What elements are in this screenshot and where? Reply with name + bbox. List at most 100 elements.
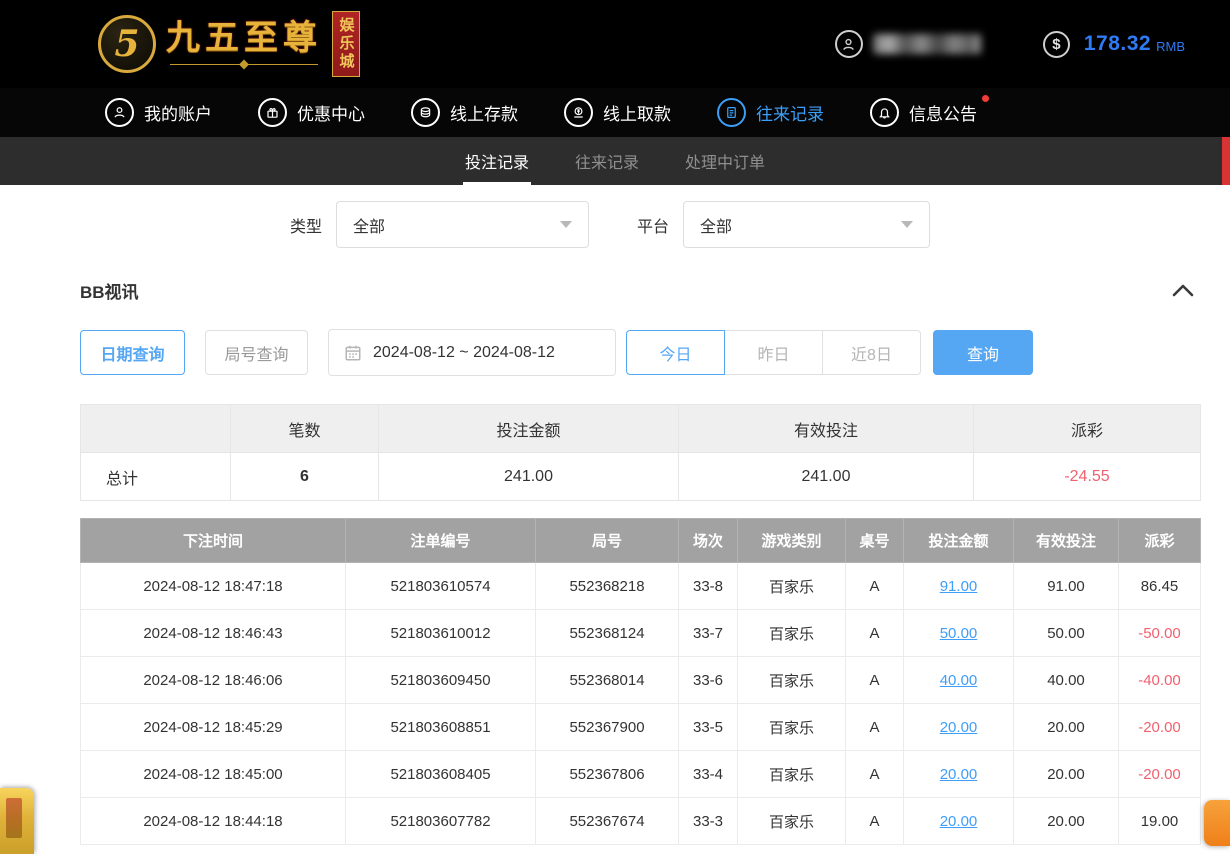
col-table: 桌号 <box>846 519 904 563</box>
today-button[interactable]: 今日 <box>626 330 725 375</box>
bet-amount-link[interactable]: 91.00 <box>940 578 978 595</box>
yesterday-button[interactable]: 昨日 <box>724 330 823 375</box>
table-body: 2024-08-12 18:47:18 521803610574 5523682… <box>81 563 1201 845</box>
cell-bet-amount: 40.00 <box>904 657 1014 704</box>
date-query-button[interactable]: 日期查询 <box>80 330 185 375</box>
cell-bet-time: 2024-08-12 18:45:29 <box>81 704 346 751</box>
cell-bet-time: 2024-08-12 18:46:06 <box>81 657 346 704</box>
cell-round: 552367674 <box>536 798 679 845</box>
collapse-section-button[interactable] <box>1172 284 1194 297</box>
tab-label: 处理中订单 <box>685 149 765 173</box>
col-bet-time: 下注时间 <box>81 519 346 563</box>
summary-valid-bet-value: 241.00 <box>679 453 974 501</box>
cell-bet-id: 521803608405 <box>346 751 536 798</box>
user-avatar-icon[interactable] <box>835 30 863 58</box>
cell-bet-amount: 20.00 <box>904 704 1014 751</box>
cell-table: A <box>846 563 904 610</box>
tab-transaction-records[interactable]: 往来记录 <box>573 137 641 185</box>
floating-promo-left[interactable] <box>0 788 34 854</box>
cell-session: 33-6 <box>679 657 738 704</box>
platform-select-value: 全部 <box>700 213 732 237</box>
cell-bet-id: 521803610012 <box>346 610 536 657</box>
table-row: 2024-08-12 18:46:43 521803610012 5523681… <box>81 610 1201 657</box>
cell-valid-bet: 20.00 <box>1014 704 1119 751</box>
col-bet-amount: 投注金额 <box>904 519 1014 563</box>
balance-amount: 178.32 <box>1084 32 1151 56</box>
round-query-button[interactable]: 局号查询 <box>205 330 308 375</box>
summary-header-count: 笔数 <box>231 405 379 453</box>
type-select[interactable]: 全部 <box>336 201 589 248</box>
last-8-days-button[interactable]: 近8日 <box>822 330 921 375</box>
chevron-down-icon <box>901 221 913 228</box>
tab-label: 往来记录 <box>575 149 639 173</box>
nav-item-announcements[interactable]: 信息公告 <box>870 98 977 127</box>
bet-records-table: 下注时间 注单编号 局号 场次 游戏类别 桌号 投注金额 有效投注 派彩 202… <box>80 518 1201 845</box>
cell-table: A <box>846 704 904 751</box>
summary-header-row: 笔数 投注金额 有效投注 派彩 <box>81 405 1201 453</box>
logo-circle-icon: 5 <box>98 15 156 73</box>
col-valid-bet: 有效投注 <box>1014 519 1119 563</box>
col-session: 场次 <box>679 519 738 563</box>
nav-item-deposit[interactable]: 线上存款 <box>411 98 518 127</box>
filter-row: 类型 全部 平台 全部 <box>290 201 1230 248</box>
cell-game-type: 百家乐 <box>738 563 846 610</box>
cell-bet-id: 521803610574 <box>346 563 536 610</box>
summary-table: 笔数 投注金额 有效投注 派彩 总计 6 241.00 241.00 -24.5… <box>80 404 1201 501</box>
main-nav: 我的账户 优惠中心 线上存款 线上取款 往来记录 <box>0 88 1230 137</box>
query-controls: 日期查询 局号查询 2024-08-12 ~ 2024-08-12 今日 昨日 … <box>80 329 1230 376</box>
username-masked <box>873 34 981 54</box>
cell-payout: -40.00 <box>1119 657 1201 704</box>
nav-item-my-account[interactable]: 我的账户 <box>105 98 212 127</box>
user-area: $ 178.32 RMB <box>835 30 1185 58</box>
cell-bet-time: 2024-08-12 18:45:00 <box>81 751 346 798</box>
cell-payout: -20.00 <box>1119 704 1201 751</box>
date-range-input[interactable]: 2024-08-12 ~ 2024-08-12 <box>328 329 616 376</box>
sub-tab-bar: 投注记录 往来记录 处理中订单 <box>0 137 1230 185</box>
nav-label: 信息公告 <box>909 100 977 125</box>
cell-round: 552368218 <box>536 563 679 610</box>
summary-payout-value: -24.55 <box>974 453 1201 501</box>
balance-currency-icon[interactable]: $ <box>1043 31 1070 58</box>
cell-round: 552368124 <box>536 610 679 657</box>
search-button[interactable]: 查询 <box>933 330 1033 375</box>
cell-payout: 19.00 <box>1119 798 1201 845</box>
cell-game-type: 百家乐 <box>738 798 846 845</box>
cell-bet-amount: 20.00 <box>904 751 1014 798</box>
cell-valid-bet: 50.00 <box>1014 610 1119 657</box>
site-logo[interactable]: 5 九五至尊 娱乐城 <box>98 11 360 77</box>
cell-valid-bet: 20.00 <box>1014 798 1119 845</box>
summary-header-payout: 派彩 <box>974 405 1201 453</box>
cell-round: 552367900 <box>536 704 679 751</box>
section-title: BB视讯 <box>80 278 139 303</box>
col-round: 局号 <box>536 519 679 563</box>
cell-payout: -50.00 <box>1119 610 1201 657</box>
col-game-type: 游戏类别 <box>738 519 846 563</box>
bet-amount-link[interactable]: 50.00 <box>940 625 978 642</box>
nav-item-records[interactable]: 往来记录 <box>717 98 824 127</box>
tab-label: 投注记录 <box>465 149 529 173</box>
table-row: 2024-08-12 18:45:29 521803608851 5523679… <box>81 704 1201 751</box>
nav-item-promotions[interactable]: 优惠中心 <box>258 98 365 127</box>
withdraw-money-icon <box>564 98 593 127</box>
bet-amount-link[interactable]: 20.00 <box>940 719 978 736</box>
nav-item-withdraw[interactable]: 线上取款 <box>564 98 671 127</box>
summary-total-row: 总计 6 241.00 241.00 -24.55 <box>81 453 1201 501</box>
bet-amount-link[interactable]: 20.00 <box>940 766 978 783</box>
bet-amount-link[interactable]: 40.00 <box>940 672 978 689</box>
tab-bet-records[interactable]: 投注记录 <box>463 137 531 185</box>
bet-amount-link[interactable]: 20.00 <box>940 813 978 830</box>
top-header: 5 九五至尊 娱乐城 $ 178.32 RMB <box>0 0 1230 88</box>
cell-table: A <box>846 657 904 704</box>
platform-select[interactable]: 全部 <box>683 201 930 248</box>
cell-valid-bet: 20.00 <box>1014 751 1119 798</box>
col-bet-id: 注单编号 <box>346 519 536 563</box>
cell-bet-amount: 50.00 <box>904 610 1014 657</box>
cell-bet-id: 521803607782 <box>346 798 536 845</box>
cell-bet-id: 521803609450 <box>346 657 536 704</box>
cell-payout: -20.00 <box>1119 751 1201 798</box>
summary-total-label: 总计 <box>81 453 231 501</box>
cell-session: 33-3 <box>679 798 738 845</box>
tab-processing-orders[interactable]: 处理中订单 <box>683 137 767 185</box>
floating-widget-right[interactable] <box>1204 800 1230 846</box>
col-payout: 派彩 <box>1119 519 1201 563</box>
